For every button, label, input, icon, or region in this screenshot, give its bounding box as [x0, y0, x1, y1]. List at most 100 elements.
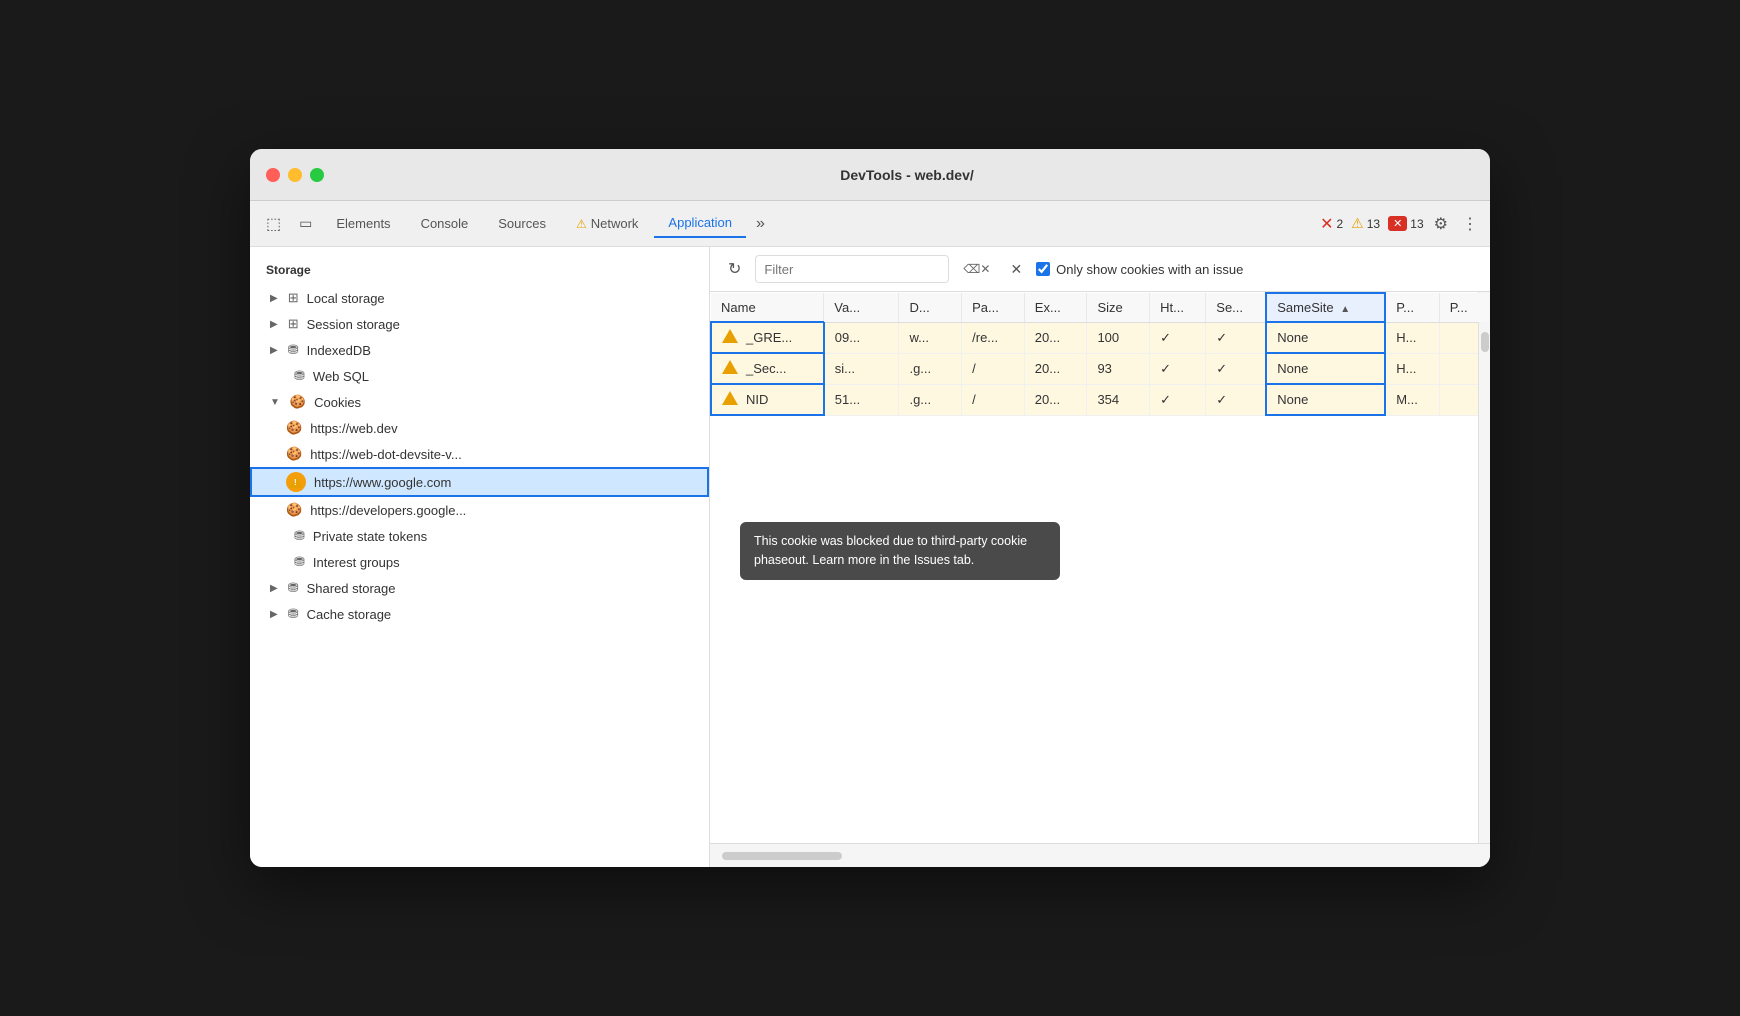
warning-badge[interactable]: ⚠ 13 [1351, 215, 1380, 232]
col-header-httponly[interactable]: Ht... [1150, 293, 1206, 322]
cell-domain: .g... [899, 353, 962, 384]
tab-console[interactable]: Console [407, 210, 483, 237]
arrow-icon: ▶ [270, 609, 278, 620]
cell-domain: w... [899, 322, 962, 353]
issues-badge[interactable]: ✕ 13 [1388, 216, 1424, 231]
cell-secure: ✓ [1206, 384, 1266, 415]
cell-samesite: None [1266, 353, 1385, 384]
table-row[interactable]: ! _Sec... si... .g... / 20... 93 ✓ [711, 353, 1490, 384]
cylinder-icon: ⛃ [294, 368, 305, 384]
cell-path: /re... [962, 322, 1025, 353]
cookie-blocked-tooltip: This cookie was blocked due to third-par… [740, 522, 1060, 580]
sidebar-item-web-sql[interactable]: ⛃ Web SQL [250, 363, 709, 389]
more-tabs-button[interactable]: » [748, 209, 773, 239]
cell-name: ! _Sec... [711, 353, 824, 384]
cell-p1: H... [1385, 353, 1439, 384]
cylinder-icon: ⛃ [294, 528, 305, 544]
close-button[interactable] [266, 168, 280, 182]
arrow-icon: ▶ [270, 319, 278, 330]
cell-secure: ✓ [1206, 322, 1266, 353]
grid-icon: ⊞ [288, 290, 299, 306]
col-header-name[interactable]: Name [711, 293, 824, 322]
cell-value: si... [824, 353, 899, 384]
scrollbar-thumb[interactable] [1481, 332, 1489, 352]
cell-size: 100 [1087, 322, 1150, 353]
scroll-thumb[interactable] [722, 852, 842, 860]
titlebar: DevTools - web.dev/ [250, 149, 1490, 201]
issue-filter-checkbox[interactable] [1036, 262, 1050, 276]
sidebar-item-indexeddb[interactable]: ▶ ⛃ IndexedDB [250, 337, 709, 363]
col-header-domain[interactable]: D... [899, 293, 962, 322]
cell-p1: M... [1385, 384, 1439, 415]
arrow-icon: ▶ [270, 583, 278, 594]
cell-path: / [962, 353, 1025, 384]
col-header-expires[interactable]: Ex... [1024, 293, 1087, 322]
settings-icon[interactable]: ⚙ [1426, 208, 1456, 240]
more-options-icon[interactable]: ⋮ [1458, 208, 1482, 240]
sort-icon: ▲ [1340, 304, 1350, 315]
filter-input[interactable] [755, 255, 949, 283]
main-content: Storage ▶ ⊞ Local storage ▶ ⊞ Session st… [250, 247, 1490, 867]
sidebar-item-cookie-devsite[interactable]: 🍪 https://web-dot-devsite-v... [250, 441, 709, 467]
col-header-path[interactable]: Pa... [962, 293, 1025, 322]
clear-filters-button[interactable]: ⌫✕ [957, 258, 996, 280]
cell-value: 09... [824, 322, 899, 353]
tab-network[interactable]: ⚠ Network [562, 210, 652, 237]
cell-httponly: ✓ [1150, 353, 1206, 384]
col-header-samesite[interactable]: SameSite ▲ [1266, 293, 1385, 322]
col-header-size[interactable]: Size [1087, 293, 1150, 322]
cell-samesite: None [1266, 322, 1385, 353]
table-row[interactable]: ! _GRE... 09... w... /re... 20... 100 ✓ [711, 322, 1490, 353]
table-row[interactable]: ! NID 51... .g... / 20... 354 ✓ ✓ [711, 384, 1490, 415]
error-badge[interactable]: ✕ 2 [1320, 214, 1343, 234]
arrow-icon: ▶ [270, 293, 278, 304]
sidebar-item-interest-groups[interactable]: ⛃ Interest groups [250, 549, 709, 575]
sidebar-section-storage: Storage [250, 259, 709, 285]
sidebar: Storage ▶ ⊞ Local storage ▶ ⊞ Session st… [250, 247, 710, 867]
cell-value: 51... [824, 384, 899, 415]
maximize-button[interactable] [310, 168, 324, 182]
sidebar-item-private-state-tokens[interactable]: ⛃ Private state tokens [250, 523, 709, 549]
sidebar-item-cookie-google[interactable]: ! https://www.google.com [250, 467, 709, 497]
cell-expires: 20... [1024, 322, 1087, 353]
sidebar-item-session-storage[interactable]: ▶ ⊞ Session storage [250, 311, 709, 337]
cell-httponly: ✓ [1150, 322, 1206, 353]
sidebar-item-local-storage[interactable]: ▶ ⊞ Local storage [250, 285, 709, 311]
clear-button[interactable]: ✕ [1004, 257, 1028, 282]
inspect-icon[interactable]: ⬚ [258, 208, 289, 240]
sidebar-item-shared-storage[interactable]: ▶ ⛃ Shared storage [250, 575, 709, 601]
vertical-scrollbar[interactable] [1478, 292, 1490, 843]
cell-p1: H... [1385, 322, 1439, 353]
sidebar-item-cache-storage[interactable]: ▶ ⛃ Cache storage [250, 601, 709, 627]
cell-name: ! NID [711, 384, 824, 415]
sidebar-item-cookies[interactable]: ▼ 🍪 Cookies [250, 389, 709, 415]
tab-application[interactable]: Application [654, 209, 746, 238]
issue-filter-checkbox-label[interactable]: Only show cookies with an issue [1036, 262, 1243, 277]
col-header-p2[interactable]: P... [1439, 293, 1489, 322]
window-title: DevTools - web.dev/ [340, 167, 1474, 183]
sidebar-item-cookie-web-dev[interactable]: 🍪 https://web.dev [250, 415, 709, 441]
sidebar-item-cookie-developers[interactable]: 🍪 https://developers.google... [250, 497, 709, 523]
horizontal-scrollbar[interactable] [718, 852, 1482, 860]
device-icon[interactable]: ▭ [291, 209, 320, 238]
minimize-button[interactable] [288, 168, 302, 182]
cylinder-icon: ⛃ [288, 606, 299, 622]
tabbar: ⬚ ▭ Elements Console Sources ⚠ Network A… [250, 201, 1490, 247]
cookie-icon: 🍪 [286, 502, 302, 518]
refresh-button[interactable]: ↻ [722, 255, 747, 283]
col-header-value[interactable]: Va... [824, 293, 899, 322]
cookie-icon: 🍪 [286, 420, 302, 436]
cell-domain: .g... [899, 384, 962, 415]
traffic-lights [266, 168, 324, 182]
col-header-p1[interactable]: P... [1385, 293, 1439, 322]
bottom-scrollbar [710, 843, 1490, 867]
tab-elements[interactable]: Elements [322, 210, 404, 237]
cell-httponly: ✓ [1150, 384, 1206, 415]
arrow-icon: ▶ [270, 345, 278, 356]
devtools-window: DevTools - web.dev/ ⬚ ▭ Elements Console… [250, 149, 1490, 867]
col-header-secure[interactable]: Se... [1206, 293, 1266, 322]
network-warning-icon: ⚠ [576, 217, 587, 231]
cell-size: 354 [1087, 384, 1150, 415]
cell-name: ! _GRE... [711, 322, 824, 353]
tab-sources[interactable]: Sources [484, 210, 560, 237]
